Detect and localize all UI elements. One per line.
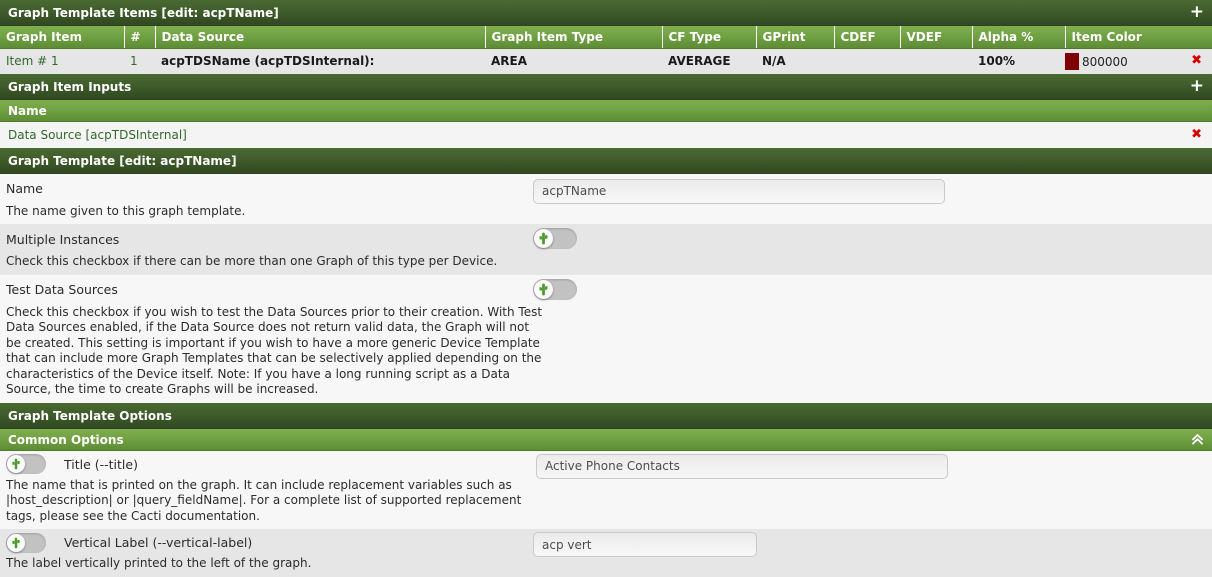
x-delete-icon[interactable]: ✖ — [1191, 53, 1202, 68]
label-multiple-instances: Multiple Instances — [6, 231, 120, 247]
cell-number: 1 — [124, 48, 155, 74]
title-toggle-wrap — [0, 454, 46, 474]
cactus-icon — [7, 455, 25, 473]
multiple-instances-toggle[interactable] — [533, 228, 577, 249]
section-header-graph-template-items: Graph Template Items [edit: acpTName] + — [0, 0, 1212, 26]
description-multiple-instances: Check this checkbox if there can be more… — [6, 254, 498, 268]
section-title-graph-template-options: Graph Template Options — [8, 408, 172, 423]
description-vertical-label: The label vertically printed to the left… — [6, 556, 312, 570]
col-cf-type[interactable]: CF Type — [662, 26, 757, 49]
test-data-sources-toggle[interactable] — [533, 278, 577, 300]
table-header-row: Graph Item # Data Source Graph Item Type… — [0, 26, 1212, 49]
cell-gprint: N/A — [756, 48, 834, 74]
name-input[interactable] — [533, 178, 945, 204]
graph-item-input-link[interactable]: Data Source [acpTDSInternal] — [8, 128, 187, 142]
cell-graph-item[interactable]: Item # 1 — [0, 48, 124, 74]
label-title: Title (--title) — [64, 456, 138, 472]
cell-cdef — [834, 48, 900, 74]
cell-vdef — [900, 48, 972, 74]
form-row-multiple-instances-head: Multiple Instances — [0, 224, 1212, 254]
form-row-test-data-sources: Test Data Sources Check this checkbox if… — [0, 274, 1212, 403]
cactus-icon — [534, 279, 553, 299]
cactus-icon — [534, 229, 553, 248]
plus-icon[interactable]: + — [1190, 0, 1204, 25]
col-item-color[interactable]: Item Color — [1065, 26, 1212, 49]
field-wrap-vertical-label — [533, 532, 757, 557]
section-header-graph-template-options: Graph Template Options — [0, 402, 1212, 429]
plus-icon[interactable]: + — [1190, 74, 1204, 99]
label-test-data-sources: Test Data Sources — [6, 282, 118, 297]
col-name: Name — [8, 103, 47, 118]
cactus-icon — [7, 533, 25, 552]
label-name: Name — [6, 181, 43, 196]
vertical-label-toggle-wrap — [0, 532, 46, 553]
col-cdef[interactable]: CDEF — [834, 26, 901, 49]
vertical-label-toggle[interactable] — [6, 532, 46, 553]
description-name: The name given to this graph template. — [6, 203, 246, 218]
form-row-multiple-instances: Multiple Instances Check this checkbox i… — [0, 224, 1212, 275]
col-number[interactable]: # — [124, 26, 156, 49]
cell-cf-type: AVERAGE — [662, 48, 756, 74]
item-color-swatch — [1065, 52, 1079, 70]
x-delete-icon[interactable]: ✖ — [1191, 122, 1202, 148]
field-wrap-name — [533, 178, 945, 204]
description-title: The name that is printed on the graph. I… — [6, 477, 522, 523]
col-data-source[interactable]: Data Source — [155, 26, 486, 49]
cacti-graph-template-page: Graph Template Items [edit: acpTName] + … — [0, 0, 1212, 577]
cell-item-color: 800000 ✖ — [1065, 48, 1212, 74]
field-wrap-title — [536, 453, 948, 479]
section-title-graph-item-inputs: Graph Item Inputs — [8, 79, 132, 94]
title-toggle[interactable] — [6, 454, 46, 474]
item-color-value: 800000 — [1082, 54, 1128, 69]
form-row-vertical-label: Vertical Label (--vertical-label) The la… — [0, 529, 1212, 577]
description-test-data-sources: Check this checkbox if you wish to test … — [6, 304, 543, 397]
title-input[interactable] — [536, 453, 948, 479]
field-wrap-multiple-instances — [533, 228, 577, 249]
section-title-graph-template-items: Graph Template Items [edit: acpTName] — [8, 6, 279, 20]
section-header-graph-template: Graph Template [edit: acpTName] — [0, 147, 1212, 174]
form-row-name: Name The name given to this graph templa… — [0, 173, 1212, 224]
label-vertical-label: Vertical Label (--vertical-label) — [64, 535, 253, 550]
section-title-graph-template: Graph Template [edit: acpTName] — [8, 153, 237, 168]
chevron-double-up-icon[interactable] — [1191, 429, 1204, 450]
graph-item-inputs-column-header: Name — [0, 99, 1212, 122]
field-wrap-test-data-sources — [533, 278, 577, 300]
section-title-common-options: Common Options — [8, 432, 124, 447]
list-item[interactable]: Data Source [acpTDSInternal] ✖ — [0, 121, 1212, 148]
col-graph-item-type[interactable]: Graph Item Type — [485, 26, 663, 49]
cell-data-source: acpTDSName (acpTDSInternal): — [155, 48, 485, 74]
cell-alpha: 100% — [972, 48, 1065, 74]
form-row-test-data-sources-head: Test Data Sources — [0, 275, 1212, 305]
section-header-common-options[interactable]: Common Options — [0, 428, 1212, 451]
vertical-label-input[interactable] — [533, 532, 757, 557]
col-gprint[interactable]: GPrint — [756, 26, 835, 49]
col-alpha[interactable]: Alpha % — [972, 26, 1066, 49]
col-graph-item[interactable]: Graph Item — [0, 26, 125, 49]
form-row-title: Title (--title) The name that is printed… — [0, 450, 1212, 529]
cell-graph-item-type: AREA — [485, 48, 662, 74]
graph-template-items-table: Graph Item # Data Source Graph Item Type… — [0, 26, 1212, 74]
col-vdef[interactable]: VDEF — [900, 26, 973, 49]
table-row[interactable]: Item # 1 1 acpTDSName (acpTDSInternal): … — [0, 48, 1212, 74]
section-header-graph-item-inputs: Graph Item Inputs + — [0, 73, 1212, 100]
